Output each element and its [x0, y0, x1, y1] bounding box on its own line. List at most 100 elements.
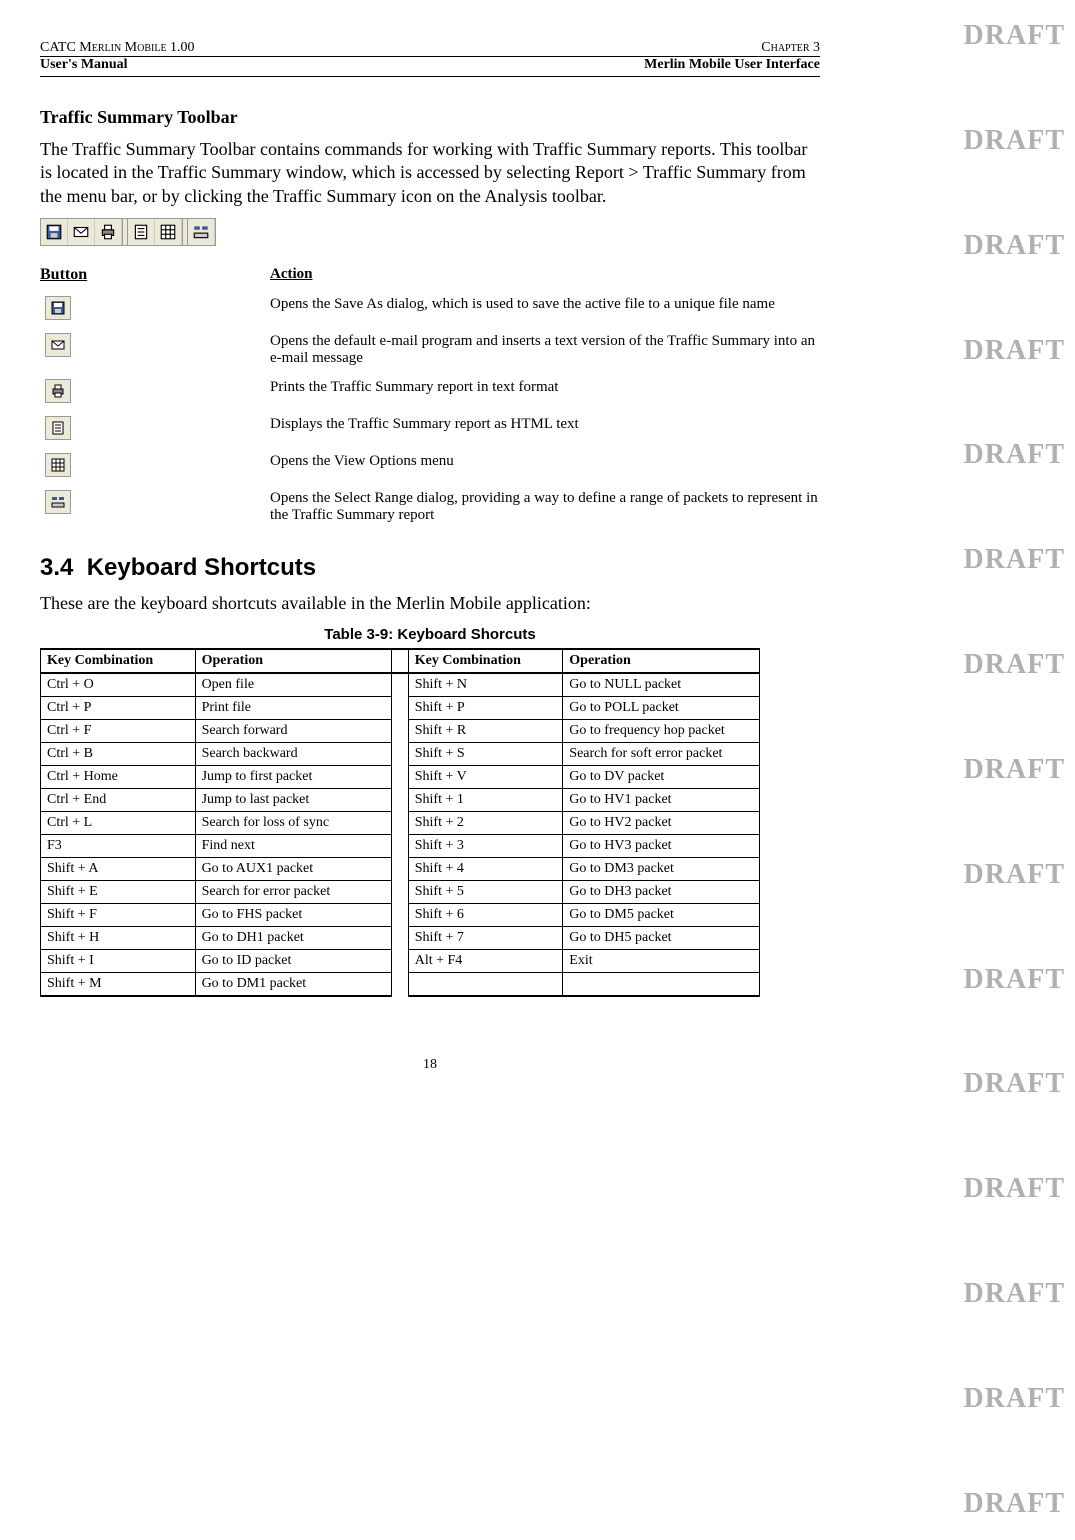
section-body-traffic: The Traffic Summary Toolbar contains com…: [40, 138, 820, 208]
table-gap: [392, 696, 409, 719]
grid-button-icon: [45, 453, 71, 477]
button-row: Opens the default e-mail program and ins…: [40, 333, 820, 367]
toolbar-range-button[interactable]: [188, 219, 215, 245]
cell-op1: Go to DM1 packet: [195, 972, 392, 996]
header-chapter: Chapter 3: [761, 40, 820, 56]
header-section: Merlin Mobile User Interface: [644, 57, 820, 73]
table-header-key1: Key Combination: [41, 649, 196, 673]
cell-op1: Go to FHS packet: [195, 903, 392, 926]
table-gap: [392, 926, 409, 949]
cell-op2: Go to POLL packet: [563, 696, 760, 719]
button-action-text: Prints the Traffic Summary report in tex…: [270, 379, 820, 396]
cell-key1: Ctrl + F: [41, 719, 196, 742]
cell-key1: Ctrl + Home: [41, 765, 196, 788]
table-gap: [392, 949, 409, 972]
watermark: DRAFT: [964, 125, 1065, 157]
cell-op2: Go to DM3 packet: [563, 857, 760, 880]
header-top: CATC Merlin Mobile 1.00 Chapter 3: [40, 40, 820, 57]
document-icon: [50, 420, 66, 436]
watermark: DRAFT: [964, 964, 1065, 996]
toolbar-document-button[interactable]: [128, 219, 155, 245]
watermark: DRAFT: [964, 649, 1065, 681]
table-gap: [392, 903, 409, 926]
table-gap: [392, 788, 409, 811]
cell-key1: Shift + H: [41, 926, 196, 949]
table-gap: [392, 765, 409, 788]
toolbar-print-button[interactable]: [95, 219, 122, 245]
save-button-icon: [45, 296, 71, 320]
document-icon: [132, 223, 150, 241]
table-gap: [392, 742, 409, 765]
header-product: CATC Merlin Mobile 1.00: [40, 40, 195, 56]
table-row: Ctrl + FSearch forwardShift + RGo to fre…: [41, 719, 760, 742]
section-title-traffic: Traffic Summary Toolbar: [40, 107, 820, 128]
cell-key2: Shift + S: [408, 742, 563, 765]
toolbar-email-button[interactable]: [68, 219, 95, 245]
toolbar-image: [40, 218, 216, 246]
cell-op2: Exit: [563, 949, 760, 972]
email-icon: [50, 337, 66, 353]
table-row: Ctrl + OOpen fileShift + NGo to NULL pac…: [41, 673, 760, 697]
cell-key1: Shift + A: [41, 857, 196, 880]
cell-key2: Shift + 1: [408, 788, 563, 811]
table-row: Shift + IGo to ID packetAlt + F4Exit: [41, 949, 760, 972]
table-row: Shift + ESearch for error packetShift + …: [41, 880, 760, 903]
section-number: 3.4: [40, 554, 73, 581]
toolbar-save-button[interactable]: [41, 219, 68, 245]
cell-key2: Shift + 2: [408, 811, 563, 834]
table-header-op1: Operation: [195, 649, 392, 673]
email-button-icon: [45, 333, 71, 357]
watermark: DRAFT: [964, 544, 1065, 576]
cell-key1: Shift + F: [41, 903, 196, 926]
table-row: Ctrl + EndJump to last packetShift + 1Go…: [41, 788, 760, 811]
shortcuts-table: Key Combination Operation Key Combinatio…: [40, 648, 760, 997]
cell-op2: Go to DH3 packet: [563, 880, 760, 903]
cell-key1: Shift + E: [41, 880, 196, 903]
cell-key2: Shift + 3: [408, 834, 563, 857]
table-gap: [392, 719, 409, 742]
cell-op2: Go to NULL packet: [563, 673, 760, 697]
watermark: DRAFT: [964, 754, 1065, 786]
button-row: Opens the Save As dialog, which is used …: [40, 296, 820, 321]
print-icon: [99, 223, 117, 241]
cell-key2: Alt + F4: [408, 949, 563, 972]
cell-op1: Search backward: [195, 742, 392, 765]
button-action-text: Opens the View Options menu: [270, 453, 820, 470]
table-gap: [392, 972, 409, 996]
table-header-key2: Key Combination: [408, 649, 563, 673]
cell-key2: Shift + 7: [408, 926, 563, 949]
cell-key2: Shift + 5: [408, 880, 563, 903]
table-gap: [392, 673, 409, 697]
email-icon: [72, 223, 90, 241]
button-row: Displays the Traffic Summary report as H…: [40, 416, 820, 441]
print-button-icon: [45, 379, 71, 403]
cell-key1: F3: [41, 834, 196, 857]
watermark: DRAFT: [964, 335, 1065, 367]
cell-op2: Go to DH5 packet: [563, 926, 760, 949]
watermark: DRAFT: [964, 1383, 1065, 1415]
grid-icon: [159, 223, 177, 241]
cell-op2: Go to DV packet: [563, 765, 760, 788]
cell-op2: Search for soft error packet: [563, 742, 760, 765]
cell-op2: Go to HV2 packet: [563, 811, 760, 834]
range-button-icon: [45, 490, 71, 514]
table-row: Ctrl + LSearch for loss of syncShift + 2…: [41, 811, 760, 834]
cell-op2: Go to HV1 packet: [563, 788, 760, 811]
button-action-table: Button Action Opens the Save As dialog, …: [40, 266, 820, 524]
section-heading-keyboard: 3.4 Keyboard Shortcuts: [40, 554, 820, 582]
cell-op1: Jump to first packet: [195, 765, 392, 788]
header-bottom: User's Manual Merlin Mobile User Interfa…: [40, 57, 820, 77]
button-header-col2: Action: [270, 266, 820, 283]
table-gap: [392, 857, 409, 880]
cell-op1: Search forward: [195, 719, 392, 742]
table-header-op2: Operation: [563, 649, 760, 673]
cell-key1: Ctrl + B: [41, 742, 196, 765]
toolbar-grid-button[interactable]: [155, 219, 182, 245]
cell-key2: [408, 972, 563, 996]
cell-op2: [563, 972, 760, 996]
cell-op2: Go to frequency hop packet: [563, 719, 760, 742]
header-manual: User's Manual: [40, 57, 128, 73]
cell-op1: Find next: [195, 834, 392, 857]
table-row: Ctrl + PPrint fileShift + PGo to POLL pa…: [41, 696, 760, 719]
watermark: DRAFT: [964, 1068, 1065, 1100]
